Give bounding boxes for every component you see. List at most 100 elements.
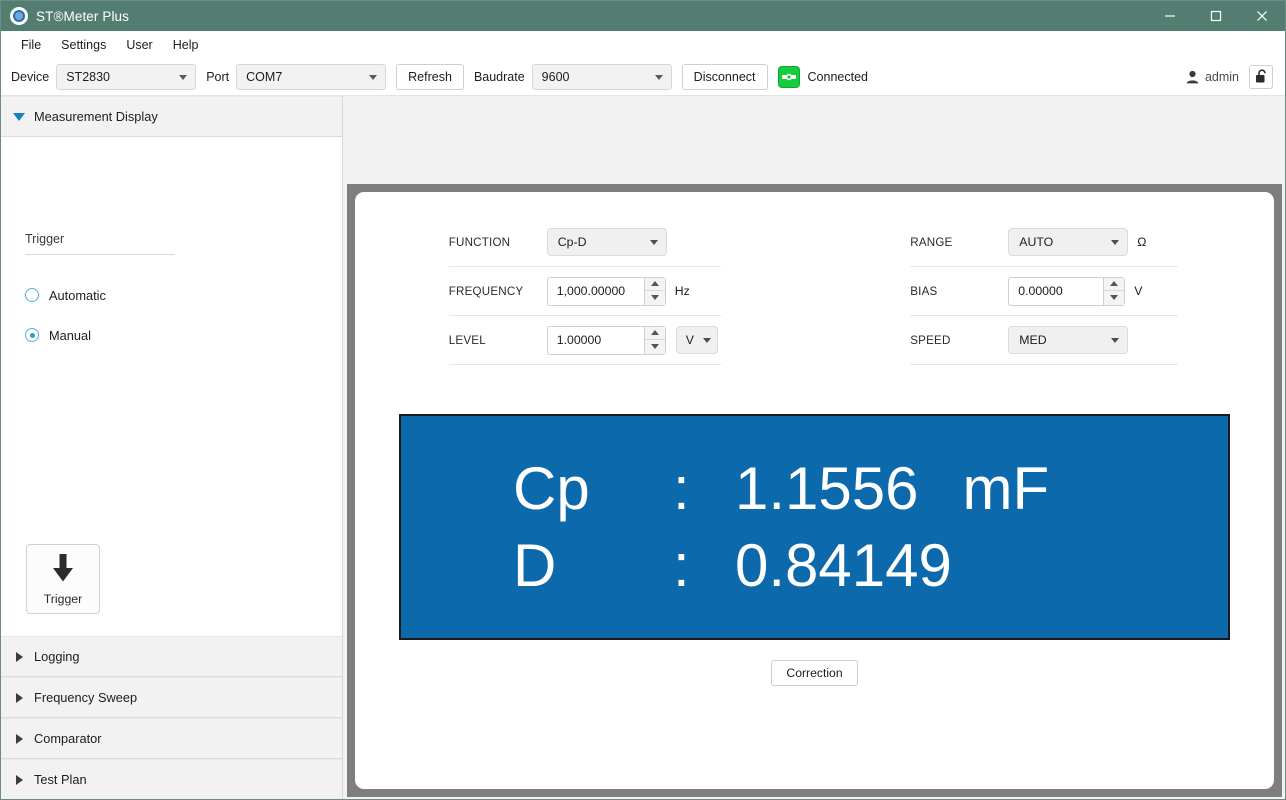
radio-manual-indicator [25,328,39,342]
settings-column-right: RANGE AUTO Ω [815,218,1275,365]
spinner-down-icon[interactable] [1104,291,1124,305]
readout-primary-name: Cp [513,458,673,519]
chevron-right-icon [16,775,23,785]
level-label: LEVEL [449,334,547,347]
chevron-down-icon [1111,338,1119,343]
connection-toolbar: Device ST2830 Port COM7 Refresh Baudrate… [1,58,1285,96]
radio-automatic[interactable]: Automatic [25,281,318,309]
trigger-group-label: Trigger [25,137,318,254]
sidebar-section-frequency-sweep[interactable]: Frequency Sweep [1,677,342,718]
disconnect-button[interactable]: Disconnect [682,64,768,90]
correction-button[interactable]: Correction [771,660,857,686]
sidebar-section-label: Frequency Sweep [34,690,137,705]
close-icon[interactable] [1239,1,1285,31]
device-select[interactable]: ST2830 [56,64,196,90]
trigger-button-label: Trigger [44,592,83,606]
radio-manual-label: Manual [49,328,91,343]
trigger-group-divider [25,254,175,255]
radio-automatic-label: Automatic [49,288,106,303]
port-select[interactable]: COM7 [236,64,386,90]
circle-logo-icon [10,7,28,25]
radio-automatic-indicator [25,288,39,302]
menu-bar: File Settings User Help [1,31,1285,58]
readout-primary-value: 1.1556 [735,458,919,519]
range-select[interactable]: AUTO [1008,228,1128,256]
spinner-up-icon[interactable] [645,278,665,292]
chevron-right-icon [16,652,23,662]
menu-item-settings[interactable]: Settings [51,34,116,56]
connection-status-text: Connected [808,70,868,84]
chevron-down-icon [703,338,711,343]
main-body: Measurement Display Trigger Automatic Ma… [1,96,1285,800]
frequency-spinner[interactable] [644,277,666,306]
window-controls [1147,1,1285,31]
minimize-icon[interactable] [1147,1,1193,31]
sidebar-section-label: Comparator [34,731,102,746]
field-range: RANGE AUTO Ω [910,218,1178,267]
level-unit-select[interactable]: V [676,326,718,354]
measurement-display-panel: Trigger Automatic Manual Trig [1,137,342,636]
application-window: ST®Meter Plus File Settings User Help De… [0,0,1286,800]
port-label: Port [206,70,229,84]
menu-item-help[interactable]: Help [163,34,209,56]
readout-secondary-value: 0.84149 [735,535,952,596]
spinner-down-icon[interactable] [645,340,665,354]
function-label: FUNCTION [449,236,547,249]
settings-column-left: FUNCTION Cp-D FREQUE [355,218,815,365]
trigger-button[interactable]: Trigger [26,544,100,614]
bias-spinner[interactable] [1103,277,1125,306]
range-unit: Ω [1137,235,1146,249]
radio-manual[interactable]: Manual [25,321,318,349]
bias-stepper[interactable]: 0.00000 [1008,277,1125,306]
chevron-right-icon [16,693,23,703]
baudrate-label: Baudrate [474,70,525,84]
sidebar-section-measurement-display[interactable]: Measurement Display [1,96,342,137]
maximize-icon[interactable] [1193,1,1239,31]
menu-item-user[interactable]: User [116,34,162,56]
sidebar-section-label: Logging [34,649,80,664]
chevron-down-icon [13,113,25,121]
port-select-value: COM7 [246,70,282,84]
frequency-stepper[interactable]: 1,000.00000 [547,277,666,306]
settings-form: FUNCTION Cp-D FREQUE [355,192,1274,365]
sidebar-section-label: Test Plan [34,772,87,787]
level-spinner[interactable] [644,326,666,355]
readout-primary-colon: : [673,458,735,519]
chevron-down-icon [650,240,658,245]
baudrate-select-value: 9600 [542,70,570,84]
spinner-down-icon[interactable] [645,291,665,305]
measurement-readout: Cp : 1.1556 mF D : 0.84149 [399,414,1230,640]
frequency-unit: Hz [675,284,690,298]
unlocked-padlock-icon[interactable] [1249,65,1273,89]
user-area: admin [1186,65,1275,89]
device-label: Device [11,70,49,84]
chevron-down-icon [179,75,187,80]
sidebar-section-test-plan[interactable]: Test Plan [1,759,342,800]
function-select[interactable]: Cp-D [547,228,667,256]
menu-item-file[interactable]: File [11,34,51,56]
bias-label: BIAS [910,285,1008,298]
speed-select-value: MED [1019,333,1046,347]
down-arrow-icon [49,553,77,588]
range-label: RANGE [910,236,1008,249]
level-input[interactable]: 1.00000 [547,326,644,355]
level-stepper[interactable]: 1.00000 [547,326,666,355]
window-title: ST®Meter Plus [36,9,129,24]
baudrate-select[interactable]: 9600 [532,64,672,90]
spinner-up-icon[interactable] [645,327,665,341]
frequency-input[interactable]: 1,000.00000 [547,277,644,306]
device-select-value: ST2830 [66,70,110,84]
speed-select[interactable]: MED [1008,326,1128,354]
user-name-label: admin [1205,70,1239,84]
readout-secondary-colon: : [673,535,735,596]
readout-primary-unit: mF [963,458,1050,519]
readout-row-primary: Cp : 1.1556 mF [513,458,1228,519]
sidebar-section-logging[interactable]: Logging [1,636,342,677]
sidebar-section-comparator[interactable]: Comparator [1,718,342,759]
spinner-up-icon[interactable] [1104,278,1124,292]
bias-input[interactable]: 0.00000 [1008,277,1103,306]
sidebar: Measurement Display Trigger Automatic Ma… [1,96,343,800]
speed-label: SPEED [910,334,1008,347]
refresh-button[interactable]: Refresh [396,64,464,90]
chevron-down-icon [369,75,377,80]
